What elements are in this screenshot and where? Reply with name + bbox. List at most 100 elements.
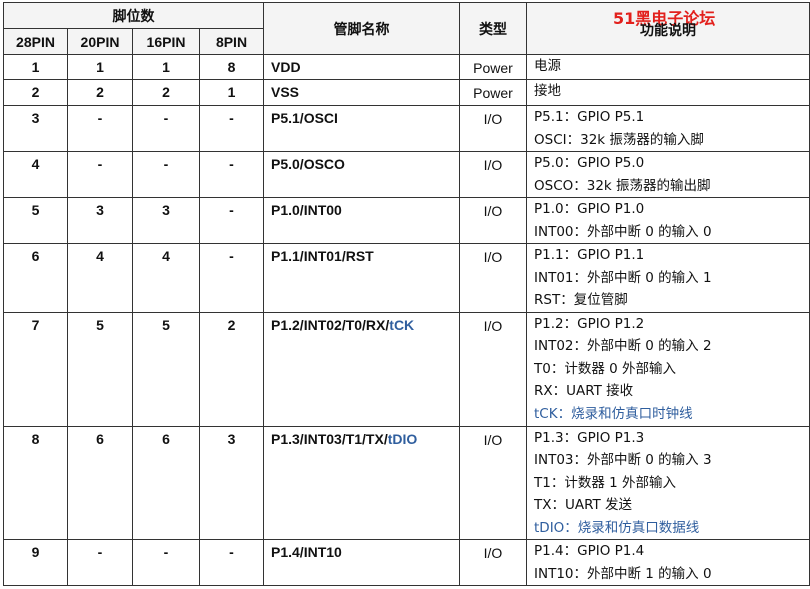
pin-number-16: 6: [132, 425, 200, 540]
table-row: 4- - - P5.0/OSCO I/O P5.0：GPIO P5.0 OSCO：32k 振…: [3, 151, 810, 198]
pin-number-20: -: [67, 151, 133, 198]
pin-function-cell: 接地: [526, 79, 810, 106]
pin-number-16: -: [132, 539, 200, 586]
pin-type-cell: I/O: [459, 539, 527, 586]
function-line: INT02：外部中断 0 的输入 2: [534, 338, 712, 354]
function-line: tDIO：烧录和仿真口数据线: [534, 519, 700, 536]
pin-number-20: -: [67, 539, 133, 586]
pin-number-16: -: [132, 105, 200, 152]
table-row: 1 1 1 8 VDD Power 电源: [3, 54, 810, 80]
pin-name-text: P1.4/INT10: [271, 544, 342, 560]
function-line: TX：UART 发送: [534, 497, 633, 513]
function-header-label: 功能说明: [640, 21, 696, 38]
function-line: P5.1：GPIO P5.1: [534, 109, 645, 125]
pin-number-28: 9: [3, 539, 68, 586]
pin-number-8: 3: [199, 425, 264, 540]
table-row: 6 4 4- P1.1/INT01/RST I/O P1.1：GPIO P1.1 INT01…: [3, 243, 810, 313]
pin-type-cell: I/O: [459, 105, 527, 152]
pin-number-28: 3: [3, 105, 68, 152]
pin-type-cell: I/O: [459, 311, 527, 427]
pin-type-cell: Power: [459, 79, 527, 106]
table-row: 9- - - P1.4/INT10 I/O P1.4：GPIO P1.4 INT10：外部中…: [3, 539, 810, 586]
function-line: OSCO：32k 振荡器的输出脚: [534, 177, 711, 194]
pin-function-cell: P1.0：GPIO P1.0 INT00：外部中断 0 的输入 0: [526, 197, 810, 244]
pin-number-8: 8: [199, 54, 264, 80]
pin-name-text: VDD: [271, 59, 301, 75]
col-16pin-header: 16PIN: [132, 28, 200, 55]
pin-name-text: P1.0/INT00: [271, 202, 342, 218]
pin-number-16: 3: [132, 197, 200, 244]
function-line: T0：计数器 0 外部输入: [534, 360, 677, 377]
pin-name-cell: P1.0/INT00: [263, 197, 460, 244]
function-line: INT00：外部中断 0 的输入 0: [534, 223, 712, 240]
col-8pin-header: 8PIN: [199, 28, 264, 55]
pin-number-20: 2: [67, 79, 133, 106]
pin-number-16: 2: [132, 79, 200, 106]
function-line: RX：UART 接收: [534, 383, 634, 399]
pin-number-8: -: [199, 539, 264, 586]
pin-function-cell: P1.1：GPIO P1.1 INT01：外部中断 0 的输入 1 RST：复位管脚: [526, 243, 810, 313]
function-line: INT03：外部中断 0 的输入 3: [534, 452, 712, 468]
pin-type-cell: I/O: [459, 425, 527, 540]
function-line: P1.3：GPIO P1.3: [534, 429, 645, 446]
pin-name-debug-text: tCK: [389, 316, 415, 333]
function-line: INT10：外部中断 1 的输入 0: [534, 565, 712, 582]
function-line: P1.2：GPIO P1.2: [534, 315, 645, 332]
pin-number-16: 1: [132, 54, 200, 80]
pin-number-28: 4: [3, 151, 68, 198]
pin-type-cell: I/O: [459, 151, 527, 198]
pin-name-cell: VDD: [263, 54, 460, 80]
pin-number-28: 1: [3, 54, 68, 80]
pin-name-debug-text: tDIO: [387, 430, 418, 447]
pin-type-cell: I/O: [459, 243, 527, 313]
function-line: tCK：烧录和仿真口时钟线: [534, 405, 693, 422]
pin-function-cell: P5.0：GPIO P5.0 OSCO：32k 振荡器的输出脚: [526, 151, 810, 198]
col-20pin-header: 20PIN: [67, 28, 133, 55]
function-line: INT01：外部中断 0 的输入 1: [534, 269, 712, 286]
pin-count-header: 脚位数: [3, 2, 264, 29]
function-line: 电源: [534, 58, 561, 74]
pin-table: 脚位数 管脚名称 类型 51黑电子论坛 功能说明 28PIN 20PIN 16P…: [3, 2, 810, 586]
col-28pin-header: 28PIN: [3, 28, 68, 55]
pin-number-20: 6: [67, 425, 133, 540]
pin-number-28: 7: [3, 311, 68, 427]
pin-number-20: -: [67, 105, 133, 152]
function-header: 51黑电子论坛 功能说明: [526, 2, 810, 55]
pin-number-28: 2: [3, 79, 68, 106]
table-row: 5 3 3- P1.0/INT00 I/O P1.0：GPIO P1.0 INT00：外部中…: [3, 197, 810, 244]
pin-number-16: -: [132, 151, 200, 198]
pin-type-cell: I/O: [459, 197, 527, 244]
pin-name-cell: P1.1/INT01/RST: [263, 243, 460, 313]
pin-number-16: 5: [132, 311, 200, 427]
function-line: P1.1：GPIO P1.1: [534, 247, 645, 263]
function-line: P1.4：GPIO P1.4: [534, 543, 645, 559]
pin-number-20: 1: [67, 54, 133, 80]
table-row: 7 5 5 2 P1.2/INT02/T0/RX/tCK I/O P1.2：GPIO P1.…: [3, 311, 810, 427]
pin-name-text: P1.3/INT03/T1/TX/: [271, 430, 388, 447]
pin-number-20: 3: [67, 197, 133, 244]
pin-name-text: P1.2/INT02/T0/RX/: [271, 316, 390, 333]
pin-name-cell: VSS: [263, 79, 460, 106]
pin-number-8: 1: [199, 79, 264, 106]
pin-number-8: 2: [199, 311, 264, 427]
function-line: P1.0：GPIO P1.0: [534, 201, 645, 217]
pin-name-text: VSS: [271, 84, 300, 100]
pin-name-header: 管脚名称: [263, 2, 460, 55]
function-line: P5.0：GPIO P5.0: [534, 155, 645, 171]
pin-function-cell: P5.1：GPIO P5.1 OSCI：32k 振荡器的输入脚: [526, 105, 810, 152]
pin-name-text: P5.1/OSCI: [271, 110, 338, 126]
pin-type-cell: Power: [459, 54, 527, 80]
pin-number-8: -: [199, 105, 264, 152]
pin-function-cell: P1.2：GPIO P1.2 INT02：外部中断 0 的输入 2 T0：计数器 0…: [526, 311, 810, 427]
pin-number-8: -: [199, 243, 264, 313]
pin-number-16: 4: [132, 243, 200, 313]
pin-function-cell: 电源: [526, 54, 810, 80]
pin-function-cell: P1.4：GPIO P1.4 INT10：外部中断 1 的输入 0: [526, 539, 810, 586]
pin-name-cell: P1.2/INT02/T0/RX/tCK: [263, 311, 460, 427]
function-line: RST：复位管脚: [534, 292, 628, 308]
table-row: 2 2 2 1 VSS Power 接地: [3, 79, 810, 106]
function-line: OSCI：32k 振荡器的输入脚: [534, 131, 704, 148]
type-header: 类型: [459, 2, 527, 55]
pin-number-20: 4: [67, 243, 133, 313]
pin-name-text: P1.1/INT01/RST: [271, 248, 374, 264]
